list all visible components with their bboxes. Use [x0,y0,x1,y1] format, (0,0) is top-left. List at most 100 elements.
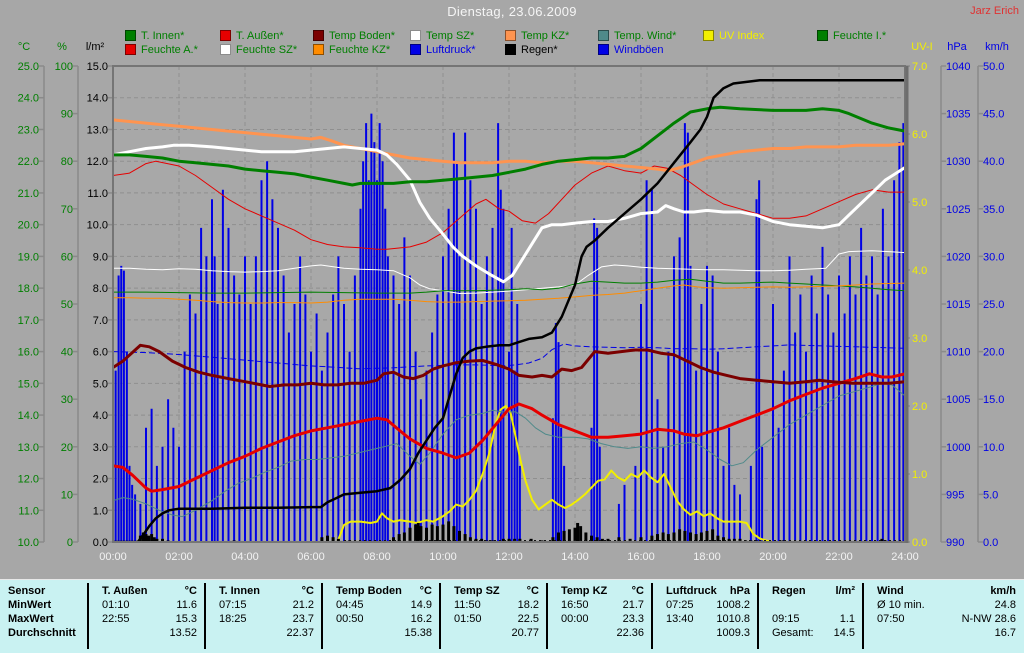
table-min-cell: Ø 10 min. 24.8 [877,599,1016,611]
table-avg-cell: 22.37 [286,627,314,639]
svg-text:2.0: 2.0 [93,474,108,486]
svg-text:50: 50 [61,299,73,311]
svg-text:0.0: 0.0 [93,537,108,549]
svg-text:10.0: 10.0 [983,442,1004,454]
table-col-header: Temp KZ °C [547,584,652,598]
table-max-cell: 18:25 23.7 [219,613,314,625]
svg-text:08:00: 08:00 [363,551,391,563]
table-min-cell: 07:25 1008.2 [666,599,750,611]
table-avg-cell: Gesamt: 14.5 [772,627,855,639]
svg-text:1000: 1000 [946,442,970,454]
svg-text:1005: 1005 [946,394,970,406]
svg-text:80: 80 [61,156,73,168]
svg-text:13.0: 13.0 [18,442,39,454]
svg-text:15.0: 15.0 [18,378,39,390]
svg-text:9.0: 9.0 [93,251,108,263]
svg-text:3.0: 3.0 [912,333,927,345]
table-divider [862,583,864,649]
svg-text:15.0: 15.0 [983,394,1004,406]
table-col-header: Temp SZ °C [440,584,547,598]
svg-text:35.0: 35.0 [983,204,1004,216]
svg-text:22:00: 22:00 [825,551,853,563]
svg-text:00:00: 00:00 [99,551,127,563]
svg-text:12.0: 12.0 [87,156,108,168]
svg-text:7.0: 7.0 [912,61,927,73]
svg-text:70: 70 [61,204,73,216]
svg-text:1020: 1020 [946,251,970,263]
svg-text:10.0: 10.0 [87,220,108,232]
table-divider [204,583,206,649]
axis-pct: 1009080706050403020100% [55,41,79,549]
sensor-name: Luftdruck [666,585,717,597]
svg-text:km/h: km/h [985,41,1009,53]
table-row-label: Sensor [8,585,46,597]
table-min-cell [758,598,863,612]
svg-text:19.0: 19.0 [18,251,39,263]
svg-text:60: 60 [61,251,73,263]
chart-area[interactable]: 25.0 24.0 23.0 22.0 21.0 20.0 19.0 18.0 17.0 16.0… [0,0,1024,653]
sensor-name: Temp Boden [336,585,402,597]
table-min-cell: 07:15 21.2 [219,599,314,611]
svg-text:1030: 1030 [946,156,970,168]
axis-degC: 25.0 24.0 23.0 22.0 21.0 20.0 19.0 18.0 17.0 16.0… [18,41,45,549]
svg-text:11.0: 11.0 [87,188,108,200]
table-divider [439,583,441,649]
axis-uv: 7.0 6.0 5.0 4.0 3.0 2.0 1.0 0.0 UV-I [904,41,933,549]
table-min-cell: 16:50 21.7 [561,599,644,611]
svg-text:1.0: 1.0 [93,505,108,517]
axis-kmh: 50.0 45.0 40.0 35.0 30.0 25.0 20.0 15.0 10.0 5.0 0… [977,41,1009,549]
table-max-cell: 01:50 22.5 [454,613,539,625]
sensor-unit: km/h [990,585,1016,597]
sensor-unit: °C [526,585,539,597]
svg-text:10: 10 [61,489,73,501]
svg-text:20:00: 20:00 [759,551,787,563]
svg-text:15.0: 15.0 [87,61,108,73]
table-row-label: MinWert [8,599,52,611]
svg-text:06:00: 06:00 [297,551,325,563]
table-divider [546,583,548,649]
svg-text:12:00: 12:00 [495,551,523,563]
table-avg-cell: 13.52 [169,627,197,639]
svg-text:16.0: 16.0 [18,347,39,359]
table-max-cell: 00:50 16.2 [336,613,432,625]
svg-text:1035: 1035 [946,109,970,121]
svg-text:%: % [57,41,67,53]
svg-text:16:00: 16:00 [627,551,655,563]
svg-text:10.0: 10.0 [18,537,39,549]
svg-text:23.0: 23.0 [18,124,39,136]
table-col-header: T. Außen °C [88,584,205,598]
svg-text:14.0: 14.0 [87,93,108,105]
table-row-label: Durchschnitt [8,627,76,639]
table-avg-cell: 15.38 [404,627,432,639]
sensor-name: Temp KZ [561,585,608,597]
svg-text:1010: 1010 [946,347,970,359]
svg-text:°C: °C [18,41,30,53]
svg-text:5.0: 5.0 [983,489,998,501]
sensor-unit: °C [631,585,644,597]
sensor-name: Regen [772,585,806,597]
table-col-header: Wind km/h [863,584,1024,598]
table-divider [321,583,323,649]
svg-text:6.0: 6.0 [93,347,108,359]
table-divider [651,583,653,649]
table-max-cell: 22:55 15.3 [102,613,197,625]
svg-text:5.0: 5.0 [912,197,927,209]
svg-text:0: 0 [67,537,73,549]
axis-hpa: 1040 1035 1030 1025 1020 1015 1010 1005 1000 995 9… [940,41,970,549]
sensor-unit: l/m² [835,585,855,597]
stats-table: Sensor MinWert MaxWert Durchschnitt T. Außen… [0,579,1024,653]
svg-text:45.0: 45.0 [983,109,1004,121]
svg-text:995: 995 [946,489,964,501]
svg-text:hPa: hPa [947,41,967,53]
svg-text:14:00: 14:00 [561,551,589,563]
table-avg-cell: 16.7 [994,627,1016,639]
svg-text:10:00: 10:00 [429,551,457,563]
svg-text:02:00: 02:00 [165,551,193,563]
svg-text:04:00: 04:00 [231,551,259,563]
svg-text:l/m²: l/m² [86,41,105,53]
table-min-cell: 01:10 11.6 [102,599,197,611]
svg-text:24.0: 24.0 [18,93,39,105]
svg-text:22.0: 22.0 [18,156,39,168]
table-col-header: T. Innen °C [205,584,322,598]
sensor-unit: °C [419,585,432,597]
